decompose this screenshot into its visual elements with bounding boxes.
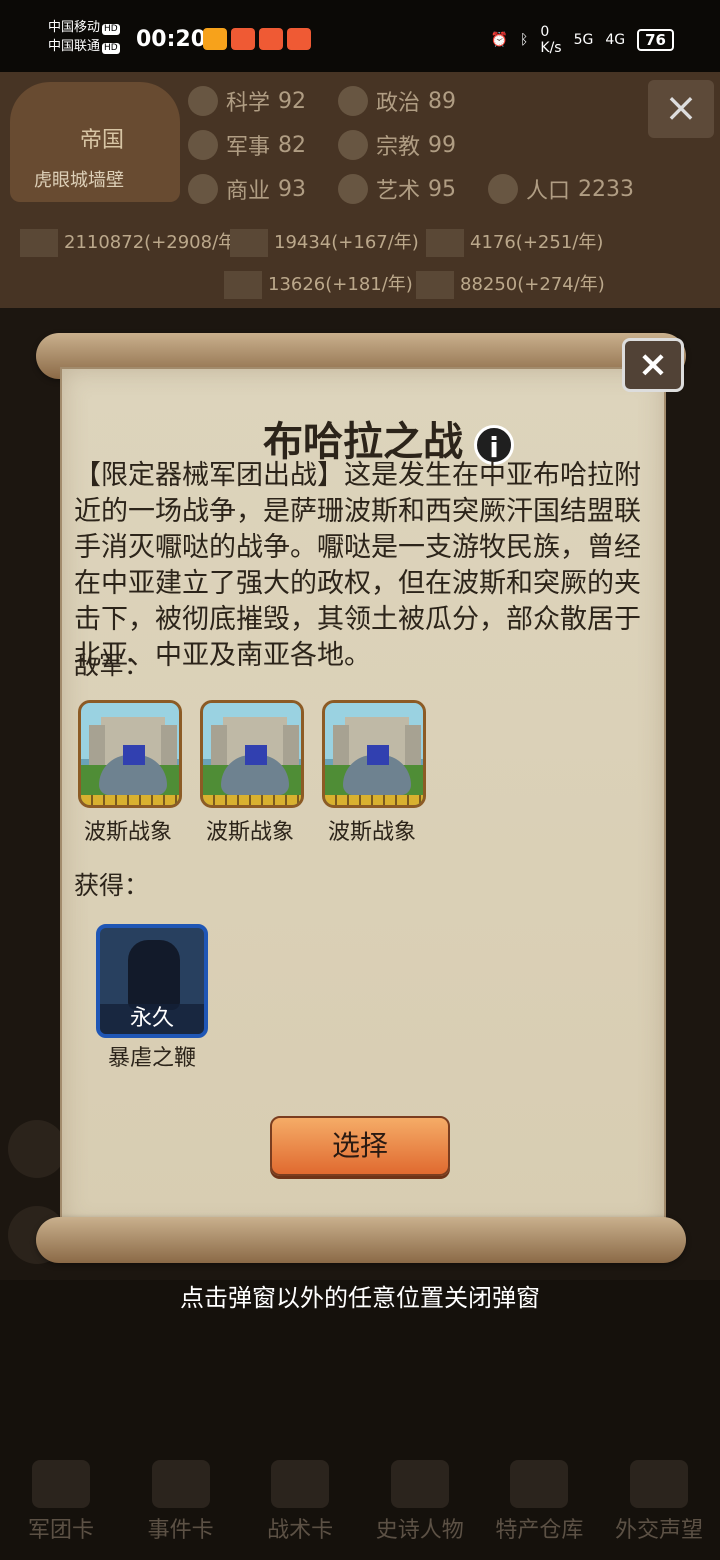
letter-icon <box>629 1460 688 1508</box>
scroll-bottom-roll <box>36 1217 686 1263</box>
reaper-figure-icon <box>128 940 180 1010</box>
close-hint: 点击弹窗以外的任意位置关闭弹窗 <box>180 1284 540 1312</box>
gold-icon <box>20 229 58 257</box>
stat-politics: 政治 89 <box>338 82 456 120</box>
battery-icon: 76 <box>637 29 674 51</box>
app-notification-icon <box>259 28 283 50</box>
science-icon <box>188 86 218 116</box>
reward-name: 暴虐之鞭 <box>107 1046 196 1071</box>
food-icon <box>416 271 454 299</box>
battle-description: 【限定器械军团出战】这是发生在中亚布哈拉附近的一场战争，是萨珊波斯和西突厥汗国结… <box>74 460 641 671</box>
shield-icon <box>271 1460 330 1508</box>
enemy-unit-card[interactable] <box>78 700 182 808</box>
notification-icons <box>203 28 311 50</box>
status-time: 00:20 <box>136 27 207 52</box>
resource-metal: 4176(+251/年) <box>426 228 603 257</box>
helmet-icon <box>32 1460 90 1508</box>
close-icon[interactable]: × <box>622 338 684 392</box>
enemy-unit-card[interactable] <box>322 700 426 808</box>
nav-epic-figures[interactable]: 史诗人物 <box>365 1460 475 1550</box>
stat-commerce: 商业 93 <box>188 170 306 208</box>
network-speed: 0 K/s <box>540 24 562 56</box>
nav-specialty-warehouse[interactable]: 特产仓库 <box>484 1460 594 1550</box>
resource-wood: 19434(+167/年) <box>230 228 419 257</box>
art-icon <box>338 174 368 204</box>
metal-icon <box>426 229 464 257</box>
politics-icon <box>338 86 368 116</box>
weibo-icon <box>203 28 227 50</box>
background-empire-panel: 帝国 虎眼城墙壁 科学 92 政治 89 军事 82 宗教 99 商业 93 艺术 95 人… <box>0 72 720 308</box>
nav-event-card[interactable]: 事件卡 <box>126 1460 236 1550</box>
app-notification-icon <box>231 28 255 50</box>
select-button[interactable]: 选择 <box>270 1116 450 1176</box>
reward-label: 获得： <box>74 871 150 900</box>
carrier-2: 中国联通 <box>48 39 101 54</box>
bluetooth-icon: ᛒ <box>519 32 529 48</box>
status-bar: 中国移动 HD 中国联通 HD 00:20 ⏰ ᛒ 0 K/s 5G 4G 76 <box>0 0 720 72</box>
carrier-info: 中国移动 HD 中国联通 HD <box>48 18 120 56</box>
enemy-unit-name: 波斯战象 <box>205 820 294 845</box>
nav-diplomacy-prestige[interactable]: 外交声望 <box>604 1460 714 1550</box>
resource-row: 2110872(+2908/年) 19434(+167/年) 4176(+251… <box>20 222 700 302</box>
stat-population: 人口 2233 <box>488 170 634 208</box>
stat-military: 军事 82 <box>188 126 306 164</box>
enemy-label: 敌军： <box>74 651 150 680</box>
resource-food: 88250(+274/年) <box>416 270 605 299</box>
crest-title: 帝国 <box>80 128 125 153</box>
commerce-icon <box>188 174 218 204</box>
enemy-unit-name: 波斯战象 <box>83 820 172 845</box>
stat-religion: 宗教 99 <box>338 126 456 164</box>
nav-tactics-card[interactable]: 战术卡 <box>245 1460 355 1550</box>
reward-card[interactable]: 永久 <box>96 924 208 1038</box>
wood-icon <box>230 229 268 257</box>
enemy-unit-card[interactable] <box>200 700 304 808</box>
hd-badge-1: HD <box>102 24 120 35</box>
crown-icon <box>390 1460 449 1508</box>
stat-art: 艺术 95 <box>338 170 456 208</box>
alarm-icon: ⏰ <box>490 32 508 48</box>
reward-duration-badge: 永久 <box>100 1004 204 1034</box>
crest-subtitle: 虎眼城墙壁 <box>34 170 124 191</box>
nav-legion-card[interactable]: 军团卡 <box>6 1460 116 1550</box>
stone-icon <box>224 271 262 299</box>
carrier-1: 中国移动 <box>48 20 101 35</box>
bottom-navigation: 军团卡 事件卡 战术卡 史诗人物 特产仓库 外交声望 <box>6 1460 714 1550</box>
scroll-icon <box>151 1460 210 1508</box>
signal-4g-icon: 4G <box>605 32 626 48</box>
app-notification-icon <box>287 28 311 50</box>
stat-science: 科学 92 <box>188 82 306 120</box>
resource-stone: 13626(+181/年) <box>224 270 413 299</box>
system-status-icons: ⏰ ᛒ 0 K/s 5G 4G 76 <box>491 24 674 56</box>
resource-gold: 2110872(+2908/年) <box>20 228 243 257</box>
background-close-button[interactable]: × <box>648 80 714 138</box>
hd-badge-2: HD <box>102 43 120 54</box>
population-icon <box>488 174 518 204</box>
chest-icon <box>510 1460 569 1508</box>
enemy-unit-name: 波斯战象 <box>327 820 416 845</box>
empire-crest: 帝国 虎眼城墙壁 <box>10 82 180 202</box>
religion-icon <box>338 130 368 160</box>
military-icon <box>188 130 218 160</box>
signal-5g-icon: 5G <box>573 32 594 48</box>
